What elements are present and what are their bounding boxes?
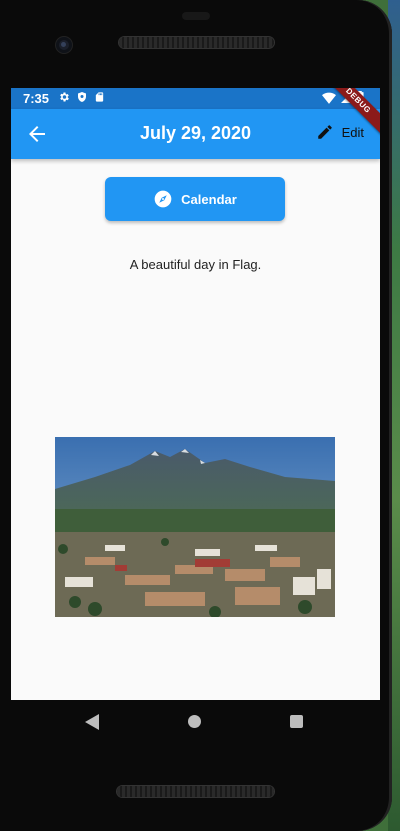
compass-icon <box>154 190 172 208</box>
edit-button[interactable]: Edit <box>316 123 364 141</box>
calendar-button[interactable]: Calendar <box>105 177 285 221</box>
app-bar: July 29, 2020 Edit <box>11 109 380 159</box>
entry-photo <box>55 437 335 617</box>
calendar-button-label: Calendar <box>181 191 237 207</box>
flagstaff-photo <box>55 437 335 617</box>
sensor-slot <box>182 12 210 20</box>
status-time: 7:35 <box>23 91 50 106</box>
shield-icon <box>78 92 86 102</box>
bottom-speaker <box>117 786 274 797</box>
status-bar: 7:35 <box>11 88 380 109</box>
status-icons-left <box>58 91 105 103</box>
recents-square-icon[interactable] <box>290 715 303 728</box>
edit-label: Edit <box>341 124 364 140</box>
earpiece-speaker <box>119 37 274 48</box>
home-circle-icon[interactable] <box>188 715 201 728</box>
phone-frame: 7:35 July 29, 2020 Edit DEBUG Calendar A… <box>0 0 392 831</box>
sd-card-icon <box>95 92 104 102</box>
entry-description: A beautiful day in Flag. <box>129 257 262 272</box>
wifi-icon <box>322 92 336 104</box>
back-arrow-icon[interactable] <box>25 122 49 146</box>
front-camera <box>56 37 72 53</box>
pencil-icon <box>317 125 332 139</box>
system-nav-bar <box>0 700 392 744</box>
back-triangle-icon[interactable] <box>85 714 99 730</box>
gear-icon <box>60 92 69 102</box>
app-screen: 7:35 July 29, 2020 Edit DEBUG Calendar A… <box>11 88 380 700</box>
